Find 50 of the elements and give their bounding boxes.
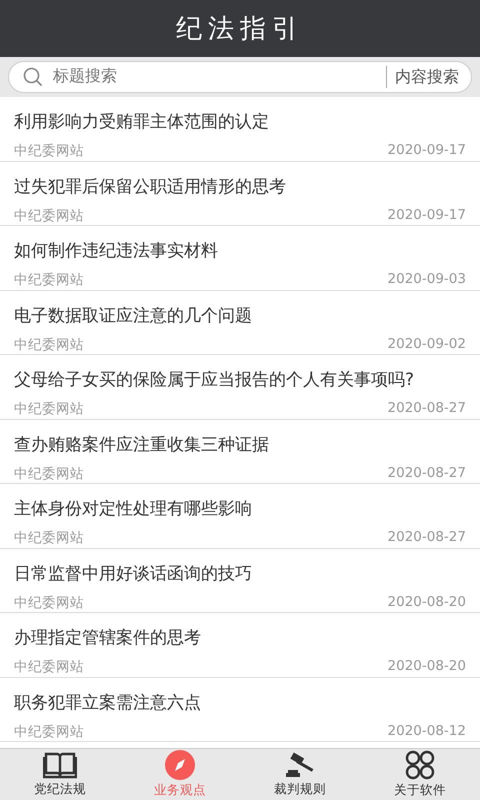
article-item[interactable]: 父母给子女买的保险属于应当报告的个人有关事项吗? 中纪委网站 2020-08-27	[0, 355, 480, 420]
article-source: 中纪委网站	[14, 142, 84, 160]
article-item[interactable]: 如何制作违纪违法事实材料 中纪委网站 2020-09-03	[0, 226, 480, 290]
search-icon	[23, 67, 43, 87]
compass-icon	[165, 750, 195, 780]
article-date: 2020-08-12	[388, 722, 466, 740]
article-date: 2020-08-20	[388, 594, 466, 612]
article-source: 中纪委网站	[14, 722, 84, 740]
grid-icon	[405, 750, 435, 780]
article-date: 2020-09-03	[388, 271, 466, 289]
article-item[interactable]: 利用影响力受贿罪主体范围的认定 中纪委网站 2020-09-17	[0, 97, 480, 162]
article-source: 中纪委网站	[14, 594, 84, 612]
article-title: 查办贿赂案件应注重收集三种证据	[14, 434, 270, 456]
article-date: 2020-08-27	[388, 464, 466, 482]
article-title: 如何制作违纪违法事实材料	[14, 240, 219, 262]
article-item[interactable]: 职务犯罪立案需注意六点 中纪委网站 2020-08-12	[0, 678, 480, 742]
book-icon	[43, 751, 77, 779]
article-date: 2020-09-17	[388, 206, 466, 224]
app-title: 纪法指引	[176, 13, 304, 45]
article-item[interactable]: 主体身份对定性处理有哪些影响 中纪委网站 2020-08-27	[0, 484, 480, 548]
article-source: 中纪委网站	[14, 658, 84, 676]
article-source: 中纪委网站	[14, 400, 84, 418]
article-date: 2020-09-17	[388, 142, 466, 160]
article-title: 职务犯罪立案需注意六点	[14, 692, 202, 714]
nav-tab[interactable]: 关于软件	[360, 749, 480, 800]
nav-tab[interactable]: 党纪法规	[0, 749, 120, 800]
article-date: 2020-08-27	[388, 529, 466, 547]
nav-tab[interactable]: 裁判规则	[240, 749, 360, 800]
article-date: 2020-09-02	[388, 336, 466, 354]
article-title: 主体身份对定性处理有哪些影响	[14, 498, 253, 520]
article-source: 中纪委网站	[14, 336, 84, 354]
article-item[interactable]: 日常监督中用好谈话函询的技巧 中纪委网站 2020-08-20	[0, 548, 480, 613]
article-source: 中纪委网站	[14, 206, 84, 224]
article-title: 过失犯罪后保留公职适用情形的思考	[14, 176, 287, 198]
article-title: 电子数据取证应注意的几个问题	[14, 304, 253, 326]
article-item[interactable]: 电子数据取证应注意的几个问题 中纪委网站 2020-09-02	[0, 290, 480, 355]
article-date: 2020-08-27	[388, 400, 466, 418]
article-item[interactable]: 办理指定管辖案件的思考 中纪委网站 2020-08-20	[0, 613, 480, 678]
search-field[interactable]: 标题搜索 内容搜索	[8, 61, 472, 93]
article-source: 中纪委网站	[14, 529, 84, 547]
article-item[interactable]: 过失犯罪后保留公职适用情形的思考 中纪委网站 2020-09-17	[0, 162, 480, 226]
article-title: 父母给子女买的保险属于应当报告的个人有关事项吗?	[14, 369, 416, 391]
article-date: 2020-08-20	[388, 658, 466, 676]
article-item[interactable]: 查办贿赂案件应注重收集三种证据 中纪委网站 2020-08-27	[0, 420, 480, 484]
article-title: 办理指定管辖案件的思考	[14, 627, 202, 649]
article-title: 日常监督中用好谈话函询的技巧	[14, 562, 253, 584]
article-title: 利用影响力受贿罪主体范围的认定	[14, 111, 270, 133]
content-search-button[interactable]: 内容搜索	[386, 66, 463, 88]
article-source: 中纪委网站	[14, 464, 84, 482]
article-source: 中纪委网站	[14, 271, 84, 289]
